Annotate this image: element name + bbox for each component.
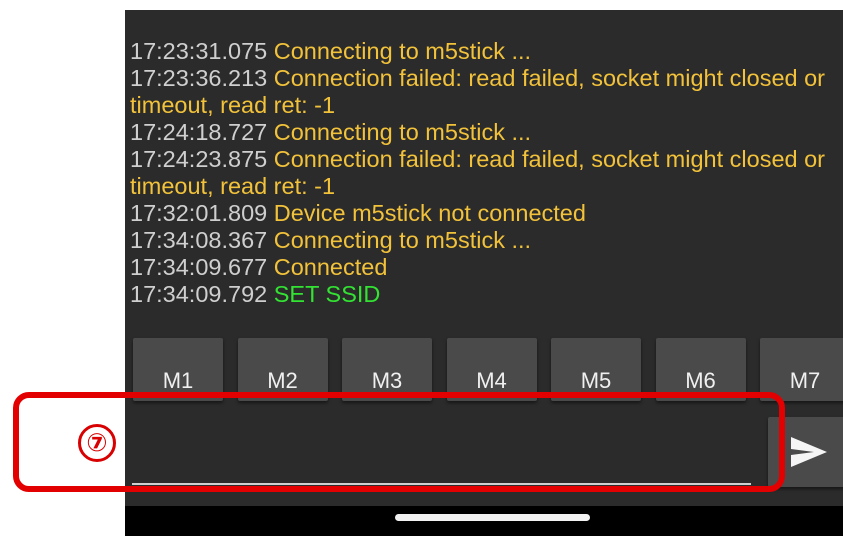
log-line: 17:23:31.075 Connecting to m5stick ... bbox=[130, 38, 843, 65]
home-indicator[interactable] bbox=[395, 514, 590, 521]
log-line: 17:34:09.677 Connected bbox=[130, 254, 843, 281]
log-line: 17:24:23.875 Connection failed: read fai… bbox=[130, 146, 843, 200]
log-message: Device m5stick not connected bbox=[273, 200, 586, 226]
log-timestamp: 17:34:08.367 bbox=[130, 227, 268, 253]
log-timestamp: 17:34:09.677 bbox=[130, 254, 268, 280]
log-line: 17:34:08.367 Connecting to m5stick ... bbox=[130, 227, 843, 254]
log-timestamp: 17:23:31.075 bbox=[130, 38, 268, 64]
log-line: 17:32:01.809 Device m5stick not connecte… bbox=[130, 200, 843, 227]
navigation-bar bbox=[125, 506, 843, 536]
log-message: Connecting to m5stick ... bbox=[273, 227, 532, 253]
log-line: 17:24:18.727 Connecting to m5stick ... bbox=[130, 119, 843, 146]
log-message: Connecting to m5stick ... bbox=[273, 119, 532, 145]
log-timestamp: 17:23:36.213 bbox=[130, 65, 268, 91]
log-timestamp: 17:24:23.875 bbox=[130, 146, 268, 172]
send-icon bbox=[791, 437, 827, 467]
log-message: Connecting to m5stick ... bbox=[273, 38, 532, 64]
log-timestamp: 17:34:09.792 bbox=[130, 281, 268, 307]
log-message: Connected bbox=[273, 254, 388, 280]
log-line: 17:34:09.792 SET SSID bbox=[130, 281, 843, 308]
log-message: SET SSID bbox=[273, 281, 381, 307]
terminal-log: 17:23:31.075 Connecting to m5stick ... 1… bbox=[130, 38, 843, 308]
annotation-marker: ⑦ bbox=[78, 424, 116, 462]
log-line: 17:23:36.213 Connection failed: read fai… bbox=[130, 65, 843, 119]
annotation-highlight-box bbox=[13, 392, 785, 492]
log-timestamp: 17:24:18.727 bbox=[130, 119, 268, 145]
log-timestamp: 17:32:01.809 bbox=[130, 200, 268, 226]
